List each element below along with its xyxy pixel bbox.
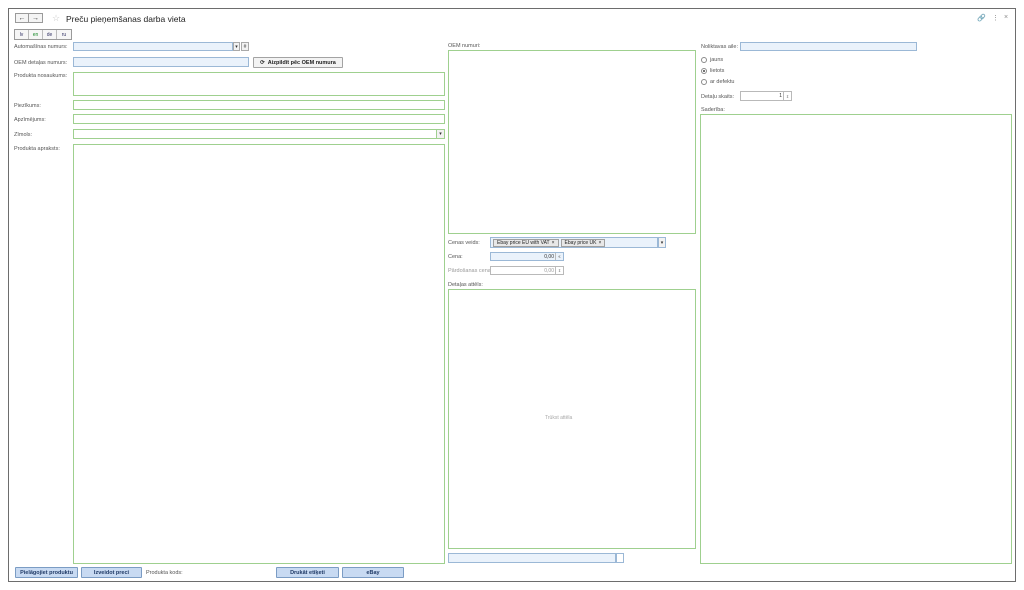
oem-part-label: OEM detaļas numurs: — [14, 60, 68, 66]
tag-remove-icon[interactable]: × — [599, 240, 602, 246]
product-desc-textarea[interactable] — [73, 144, 445, 564]
oem-numbers-list[interactable] — [448, 50, 696, 234]
oem-numbers-label: OEM numuri: — [448, 43, 481, 49]
photo-upload-button[interactable] — [616, 553, 624, 563]
part-photo-area[interactable]: Trūkst attēla — [448, 289, 696, 549]
page-title: Preču pieņemšanas darba vieta — [66, 14, 186, 24]
stepper-icon[interactable]: ⇕ — [783, 92, 791, 100]
sale-price-value: 0,00 — [544, 268, 554, 274]
sale-price-input: 0,00 ⇕ — [490, 266, 564, 275]
condition-defect[interactable]: ar defektu — [701, 79, 734, 85]
price-types-select[interactable]: Ebay price EU with VAT × Ebay price UK × — [490, 237, 658, 248]
product-code-label: Produkta kods: — [146, 570, 183, 576]
compatibility-area[interactable] — [700, 114, 1012, 564]
price-label: Cena: — [448, 254, 463, 260]
condition-used-label: lietots — [710, 68, 725, 74]
brand-label: Zīmols: — [14, 132, 33, 138]
more-icon[interactable]: ⋮ — [992, 14, 999, 22]
condition-defect-label: ar defektu — [710, 79, 735, 85]
lang-en[interactable]: en — [29, 30, 43, 39]
lang-de[interactable]: de — [43, 30, 57, 39]
language-switcher: lv en de ru — [14, 29, 72, 40]
fill-icon: ⟳ — [260, 59, 265, 66]
parts-count-input[interactable]: 1 ⇕ — [740, 91, 792, 101]
warehouse-input[interactable] — [740, 42, 917, 51]
price-types-dropdown-icon[interactable]: ▾ — [658, 237, 666, 248]
product-name-label: Produkta nosaukums: — [14, 73, 68, 79]
fill-by-oem-button[interactable]: ⟳ Aizpildīt pēc OEM numura — [253, 57, 343, 68]
car-number-input[interactable] — [73, 42, 233, 51]
photo-upload-input[interactable] — [448, 553, 616, 563]
price-tag-uk-label: Ebay price UK — [564, 239, 597, 246]
fill-by-oem-label: Aizpildīt pēc OEM numura — [267, 59, 336, 66]
price-tag-uk: Ebay price UK × — [560, 238, 606, 247]
oem-part-input[interactable] — [73, 57, 249, 67]
notes-input[interactable] — [73, 100, 445, 110]
product-name-input[interactable] — [73, 72, 445, 96]
close-icon[interactable]: × — [1004, 14, 1008, 21]
description-short-input[interactable] — [73, 114, 445, 124]
save-product-button[interactable]: Pielāgojiet produktu — [15, 567, 78, 578]
brand-dropdown-icon[interactable]: ▾ — [436, 129, 445, 139]
radio-defect[interactable] — [701, 79, 707, 85]
radio-used[interactable] — [701, 68, 707, 74]
back-button[interactable]: ← — [15, 13, 29, 23]
sale-price-label: Pārdošanas cena: — [448, 268, 493, 274]
favorite-star-icon[interactable]: ☆ — [52, 13, 60, 23]
car-number-label: Automašīnas numurs: — [14, 44, 68, 50]
parts-count-label: Detaļu skaits: — [701, 94, 735, 100]
notes-label: Piezīkums: — [14, 103, 41, 109]
price-value: 0,00 — [544, 254, 554, 260]
warehouse-label: Noliktavas aile: — [701, 44, 738, 50]
price-tag-eu-label: Ebay price EU with VAT — [497, 239, 550, 246]
brand-select[interactable] — [73, 129, 437, 139]
condition-new-label: jauns — [710, 57, 724, 63]
price-types-label: Cenas veids: — [448, 240, 480, 246]
create-price-button[interactable]: Izveidot preci — [81, 567, 142, 578]
lang-ru[interactable]: ru — [57, 30, 71, 39]
condition-used[interactable]: lietots — [701, 68, 724, 74]
car-number-dropdown-icon[interactable]: ▾ — [233, 42, 240, 51]
stepper-icon: ⇕ — [555, 267, 563, 274]
forward-button[interactable]: → — [29, 13, 43, 23]
print-label-button[interactable]: Drukāt etiķeti — [276, 567, 339, 578]
parts-count-value: 1 — [779, 93, 782, 99]
ebay-button[interactable]: eBay — [342, 567, 404, 578]
part-photo-label: Detaļas attēls: — [448, 282, 483, 288]
app-window: ← → ☆ Preču pieņemšanas darba vieta 🔗 ⋮ … — [8, 8, 1016, 582]
nav-buttons: ← → — [15, 13, 43, 23]
lang-lv[interactable]: lv — [15, 30, 29, 39]
car-number-extra-icon[interactable]: # — [241, 42, 249, 51]
description-short-label: Apzīmējums: — [14, 117, 46, 123]
currency-icon[interactable]: € — [555, 253, 563, 260]
price-tag-eu: Ebay price EU with VAT × — [493, 238, 559, 247]
condition-new[interactable]: jauns — [701, 57, 723, 63]
link-icon[interactable]: 🔗 — [977, 14, 986, 22]
price-input[interactable]: 0,00 € — [490, 252, 564, 261]
compatibility-label: Saderība: — [701, 107, 725, 113]
product-desc-label: Produkta apraksts: — [14, 146, 60, 152]
radio-new[interactable] — [701, 57, 707, 63]
no-photo-text: Trūkst attēla — [545, 415, 573, 421]
tag-remove-icon[interactable]: × — [552, 240, 555, 246]
